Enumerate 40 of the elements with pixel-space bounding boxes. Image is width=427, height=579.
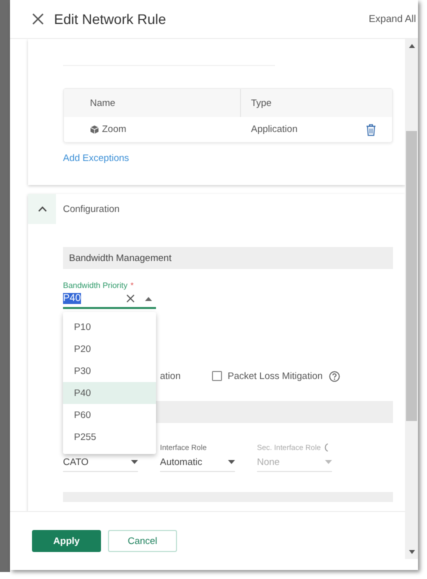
caret-down-icon bbox=[228, 460, 235, 464]
dropdown-option[interactable]: P40 bbox=[63, 382, 156, 404]
close-icon[interactable] bbox=[32, 13, 44, 25]
cube-icon bbox=[90, 125, 99, 134]
caret-down-icon bbox=[325, 460, 332, 464]
collapse-toggle[interactable] bbox=[28, 194, 56, 224]
caret-up-icon bbox=[145, 296, 152, 300]
apply-button[interactable]: Apply bbox=[32, 530, 101, 552]
field-label: Bandwidth Priority bbox=[63, 281, 128, 290]
select-field[interactable]: CATO bbox=[63, 453, 138, 472]
table-cell: Zoom bbox=[102, 124, 126, 135]
table-cell-text: Application bbox=[250, 124, 298, 135]
dropdown-option[interactable]: P20 bbox=[63, 338, 156, 360]
column-header: Type bbox=[251, 98, 272, 108]
select-field: None bbox=[257, 453, 332, 472]
clear-icon[interactable] bbox=[126, 294, 135, 303]
column-header: Name bbox=[89, 98, 116, 108]
trash-icon[interactable] bbox=[366, 124, 376, 136]
select-field[interactable]: Automatic bbox=[160, 453, 235, 472]
scroll-down-icon[interactable] bbox=[408, 550, 414, 554]
cancel-button[interactable]: Cancel bbox=[108, 530, 177, 552]
chevron-up-icon bbox=[38, 206, 46, 212]
help-icon[interactable] bbox=[328, 370, 340, 382]
scrollbar-thumb[interactable] bbox=[406, 131, 417, 421]
dropdown-option[interactable]: P10 bbox=[63, 316, 156, 338]
window-title: Edit Network Rule bbox=[54, 11, 168, 27]
caret-down-icon bbox=[131, 460, 138, 464]
expand-all-link[interactable]: Expand All bbox=[368, 14, 418, 24]
checkbox-label: ation bbox=[160, 370, 181, 382]
required-mark: * bbox=[130, 281, 134, 290]
dropdown-option[interactable]: P60 bbox=[63, 404, 156, 426]
priority-select[interactable]: P40 bbox=[63, 290, 156, 309]
checkbox[interactable] bbox=[212, 371, 222, 381]
dropdown-option[interactable]: P30 bbox=[63, 360, 156, 382]
info-icon bbox=[324, 442, 328, 452]
scroll-up-icon[interactable] bbox=[408, 44, 414, 48]
dropdown-option[interactable]: P255 bbox=[63, 426, 156, 448]
subsection-title: Bandwidth Management bbox=[69, 252, 172, 264]
section-title: Configuration bbox=[63, 204, 120, 214]
checkbox-label: Packet Loss Mitigation bbox=[228, 370, 323, 382]
